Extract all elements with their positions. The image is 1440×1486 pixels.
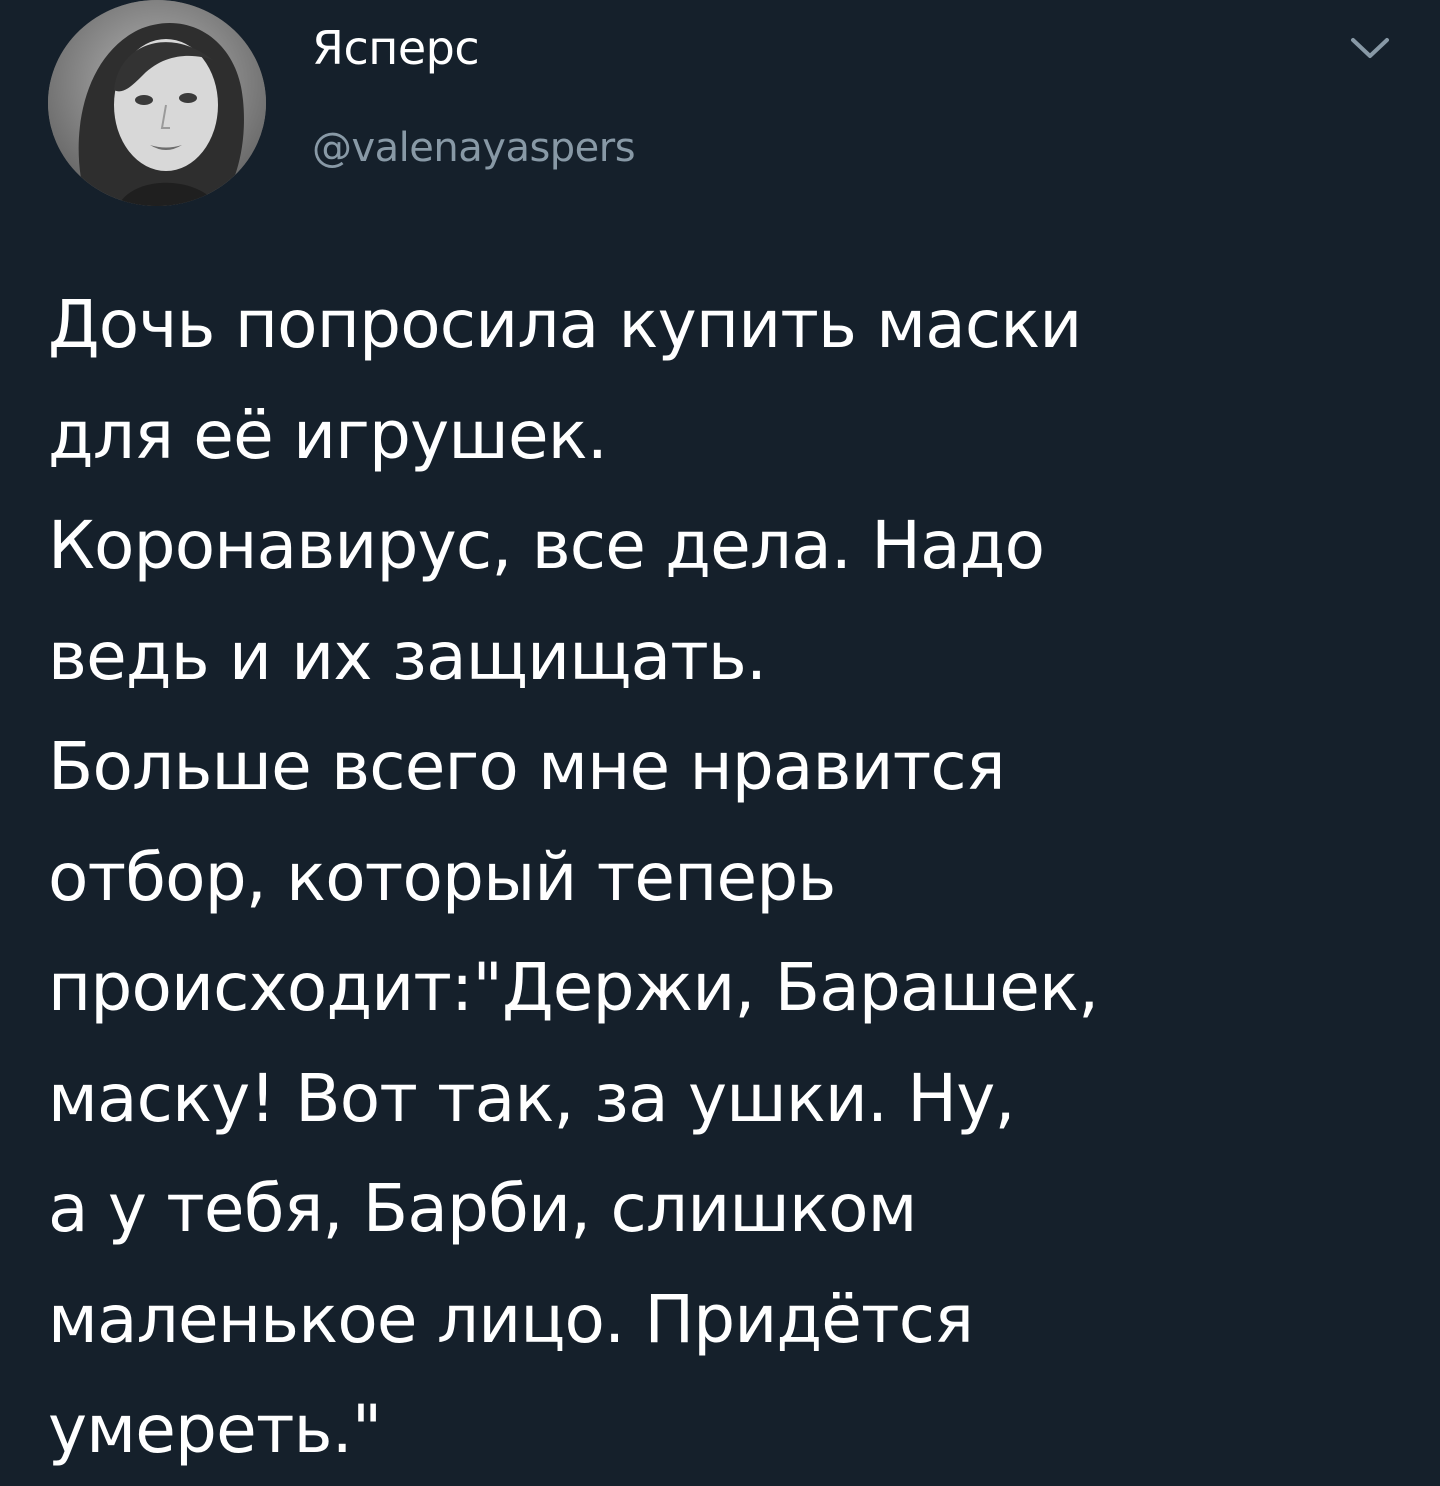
tweet-text-line: Коронавирус, все дела. Надо (48, 507, 1045, 584)
tweet: Ясперс @valenayaspers Дочь попросила куп… (0, 0, 1440, 1486)
tweet-text-line: умереть." (48, 1391, 382, 1468)
tweet-text-line: Больше всего мне нравится (48, 728, 1006, 805)
avatar-photo (48, 0, 266, 206)
tweet-text: Дочь попросила купить маски для её игруш… (48, 270, 1388, 1486)
avatar[interactable] (48, 0, 266, 206)
tweet-text-line: отбор, который теперь (48, 838, 836, 916)
tweet-text-line: происходит:"Держи, Барашек, (48, 949, 1099, 1026)
tweet-text-line: для её игрушек. (48, 396, 608, 474)
tweet-text-line: маленькое лицо. Придётся (48, 1280, 974, 1358)
chevron-down-icon[interactable] (1345, 28, 1395, 68)
user-handle[interactable]: @valenayaspers (312, 120, 636, 176)
tweet-text-line: Дочь попросила купить маски (48, 286, 1082, 363)
tweet-text-line: маску! Вот так, за ушки. Ну, (48, 1059, 1015, 1137)
display-name[interactable]: Ясперс (312, 18, 480, 78)
tweet-text-line: а у тебя, Барби, слишком (48, 1170, 917, 1247)
tweet-text-line: ведь и их защищать. (48, 617, 767, 695)
